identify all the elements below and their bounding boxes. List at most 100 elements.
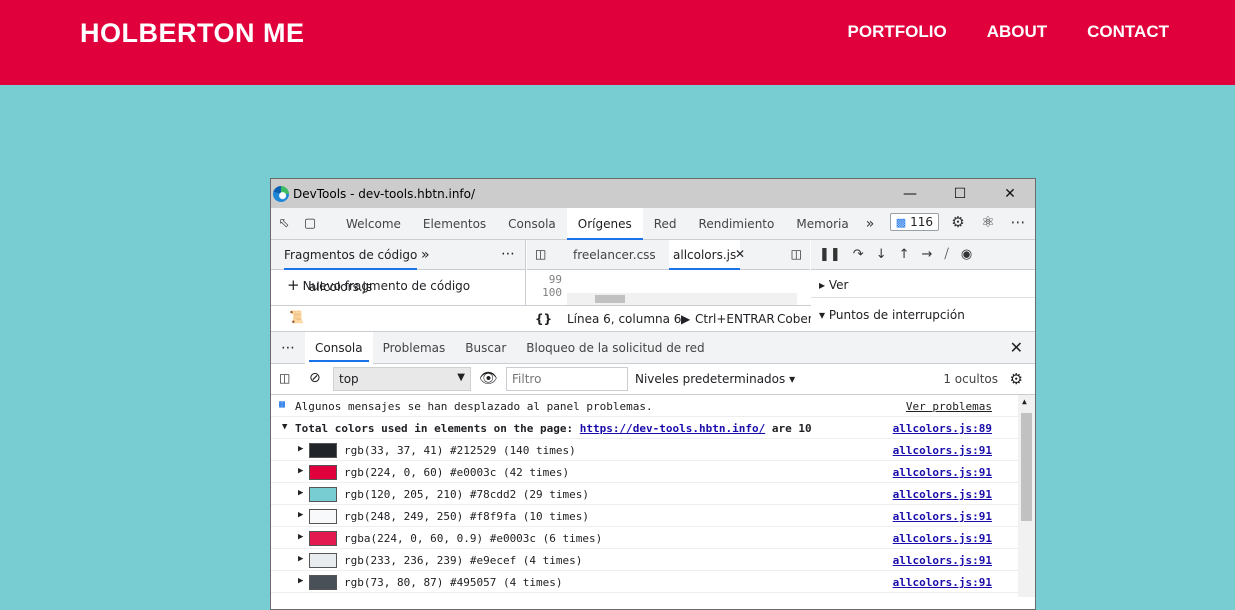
- plus-icon: +: [287, 276, 300, 294]
- context-select[interactable]: top ▼: [333, 367, 471, 391]
- console-output: ▩ Algunos mensajes se han desplazado al …: [271, 395, 1035, 597]
- console-settings-gear-icon[interactable]: ⚙: [1010, 370, 1023, 388]
- gear-icon[interactable]: ⚙: [947, 213, 969, 231]
- tab-welcome[interactable]: Welcome: [335, 208, 412, 240]
- breakpoints-section[interactable]: ▾ Puntos de interrupción: [811, 297, 1035, 331]
- tab-elements[interactable]: Elementos: [412, 208, 497, 240]
- expand-triangle-icon[interactable]: ▶: [298, 444, 303, 454]
- expand-triangle-icon[interactable]: ▶: [298, 466, 303, 476]
- info-message-row: ▩ Algunos mensajes se han desplazado al …: [271, 395, 1019, 417]
- step-icon[interactable]: →: [922, 247, 933, 262]
- window-titlebar[interactable]: DevTools - dev-tools.hbtn.info/ — ☐ ✕: [271, 179, 1035, 208]
- pretty-print-icon[interactable]: {}: [535, 312, 552, 326]
- more-nav-tabs-icon[interactable]: »: [421, 247, 430, 263]
- nav-contact[interactable]: CONTACT: [1087, 22, 1169, 42]
- color-row[interactable]: ▶ rgb(120, 205, 210) #78cdd2 (29 times) al…: [271, 483, 1019, 505]
- tab-memory[interactable]: Memoria: [785, 208, 859, 240]
- toggle-navigator-icon[interactable]: ◫: [535, 247, 546, 261]
- step-into-icon[interactable]: ↓: [876, 247, 887, 262]
- device-toolbar-icon[interactable]: ▢: [297, 208, 323, 240]
- source-link[interactable]: allcolors.js:91: [893, 466, 992, 479]
- toggle-debugger-icon[interactable]: ◫: [791, 247, 802, 261]
- site-nav: PORTFOLIO ABOUT CONTACT: [848, 22, 1169, 42]
- feedback-icon[interactable]: ⚛: [977, 213, 999, 231]
- nav-about[interactable]: ABOUT: [987, 22, 1047, 42]
- breakpoints-label: Puntos de interrupción: [828, 308, 965, 322]
- minimize-icon[interactable]: —: [885, 179, 935, 208]
- source-link[interactable]: allcolors.js:89: [893, 422, 992, 435]
- step-over-icon[interactable]: ↷: [853, 247, 864, 262]
- source-link[interactable]: allcolors.js:91: [893, 576, 992, 589]
- drawer-menu-icon[interactable]: ⋯: [271, 340, 305, 356]
- editor-tab-freelancer[interactable]: freelancer.css: [573, 240, 656, 270]
- tab-network[interactable]: Red: [643, 208, 688, 240]
- color-swatch: [309, 487, 337, 502]
- tab-snippets[interactable]: Fragmentos de código: [284, 240, 418, 270]
- hidden-count: 1 ocultos: [943, 372, 998, 386]
- run-icon[interactable]: ▶: [681, 312, 690, 326]
- nav-portfolio[interactable]: PORTFOLIO: [848, 22, 947, 42]
- color-row-text: rgb(224, 0, 60) #e0003c (42 times): [344, 466, 570, 479]
- source-link[interactable]: allcolors.js:91: [893, 510, 992, 523]
- drawer-tab-search[interactable]: Buscar: [455, 332, 516, 364]
- close-window-icon[interactable]: ✕: [985, 179, 1035, 208]
- clear-console-icon[interactable]: ⊘: [309, 370, 321, 386]
- source-link[interactable]: allcolors.js:91: [893, 532, 992, 545]
- deactivate-breakpoints-icon[interactable]: ⧸: [944, 247, 948, 262]
- expand-triangle-icon[interactable]: ▶: [298, 554, 303, 564]
- drawer-tab-issues[interactable]: Problemas: [373, 332, 456, 364]
- tab-performance[interactable]: Rendimiento: [688, 208, 786, 240]
- editor-horizontal-scrollbar[interactable]: [567, 293, 797, 305]
- console-sidebar-icon[interactable]: ◫: [279, 371, 290, 385]
- step-out-icon[interactable]: ↑: [899, 247, 910, 262]
- drawer-tab-console[interactable]: Consola: [305, 331, 373, 364]
- snippet-file-item[interactable]: allcolors.js: [309, 280, 372, 294]
- scroll-up-icon[interactable]: ▲: [1022, 397, 1027, 406]
- expand-triangle-icon[interactable]: ▶: [298, 510, 303, 520]
- pause-on-exceptions-icon[interactable]: ◉: [961, 247, 972, 262]
- more-options-icon[interactable]: ⋯: [1007, 213, 1029, 231]
- expand-triangle-icon[interactable]: ▶: [298, 532, 303, 542]
- issues-badge[interactable]: ▩ 116: [889, 213, 939, 231]
- watch-label: Ver: [828, 278, 849, 292]
- window-title: DevTools - dev-tools.hbtn.info/: [293, 187, 476, 201]
- drawer-tabbar: ⋯ Consola Problemas Buscar Bloqueo de la…: [271, 331, 1035, 364]
- color-row[interactable]: ▶ rgba(224, 0, 60, 0.9) #e0003c (6 times)…: [271, 527, 1019, 549]
- maximize-icon[interactable]: ☐: [935, 179, 985, 208]
- color-row[interactable]: ▶ rgb(73, 80, 87) #495057 (4 times) allcol…: [271, 571, 1019, 593]
- color-row-text: rgb(248, 249, 250) #f8f9fa (10 times): [344, 510, 590, 523]
- close-drawer-icon[interactable]: ✕: [1010, 338, 1023, 357]
- pause-icon[interactable]: ❚❚: [819, 247, 841, 262]
- color-row[interactable]: ▶ rgb(248, 249, 250) #f8f9fa (10 times) al…: [271, 505, 1019, 527]
- tab-sources[interactable]: Orígenes: [566, 207, 643, 240]
- inspect-element-icon[interactable]: ⬁: [271, 208, 297, 240]
- dropdown-arrow-icon: ▼: [457, 372, 465, 383]
- close-tab-icon[interactable]: ✕: [735, 247, 745, 261]
- code-area[interactable]: 99 100: [527, 271, 810, 306]
- cursor-position: Línea 6, columna 6: [567, 312, 682, 326]
- navigator-menu-icon[interactable]: ⋯: [501, 246, 515, 262]
- run-shortcut: Ctrl+ENTRAR: [695, 312, 775, 326]
- eye-icon[interactable]: 👁: [479, 369, 498, 387]
- source-link[interactable]: allcolors.js:91: [893, 444, 992, 457]
- page-url-link[interactable]: https://dev-tools.hbtn.info/: [580, 422, 765, 435]
- color-row[interactable]: ▶ rgb(233, 236, 239) #e9ecef (4 times) all…: [271, 549, 1019, 571]
- site-logo[interactable]: HOLBERTON ME: [80, 18, 305, 49]
- drawer-tab-request-blocking[interactable]: Bloqueo de la solicitud de red: [516, 332, 714, 364]
- source-link[interactable]: allcolors.js:91: [893, 554, 992, 567]
- log-levels-dropdown[interactable]: Niveles predeterminados ▾: [635, 372, 795, 386]
- editor-tab-allcolors[interactable]: allcolors.js: [669, 240, 741, 270]
- color-row[interactable]: ▶ rgb(33, 37, 41) #212529 (140 times) allc…: [271, 439, 1019, 461]
- console-scrollbar[interactable]: ▲: [1018, 395, 1035, 597]
- filter-input[interactable]: Filtro: [506, 367, 628, 391]
- watch-section[interactable]: ▸ Ver: [811, 270, 1035, 300]
- view-issues-link[interactable]: Ver problemas: [906, 400, 992, 413]
- expand-triangle-icon[interactable]: ▼: [282, 422, 287, 432]
- more-tabs-icon[interactable]: »: [860, 208, 881, 240]
- source-link[interactable]: allcolors.js:91: [893, 488, 992, 501]
- tab-console[interactable]: Consola: [497, 208, 567, 240]
- color-row[interactable]: ▶ rgb(224, 0, 60) #e0003c (42 times) allco…: [271, 461, 1019, 483]
- total-colors-row[interactable]: ▼ Total colors used in elements on the p…: [271, 417, 1019, 439]
- expand-triangle-icon[interactable]: ▶: [298, 488, 303, 498]
- expand-triangle-icon[interactable]: ▶: [298, 576, 303, 586]
